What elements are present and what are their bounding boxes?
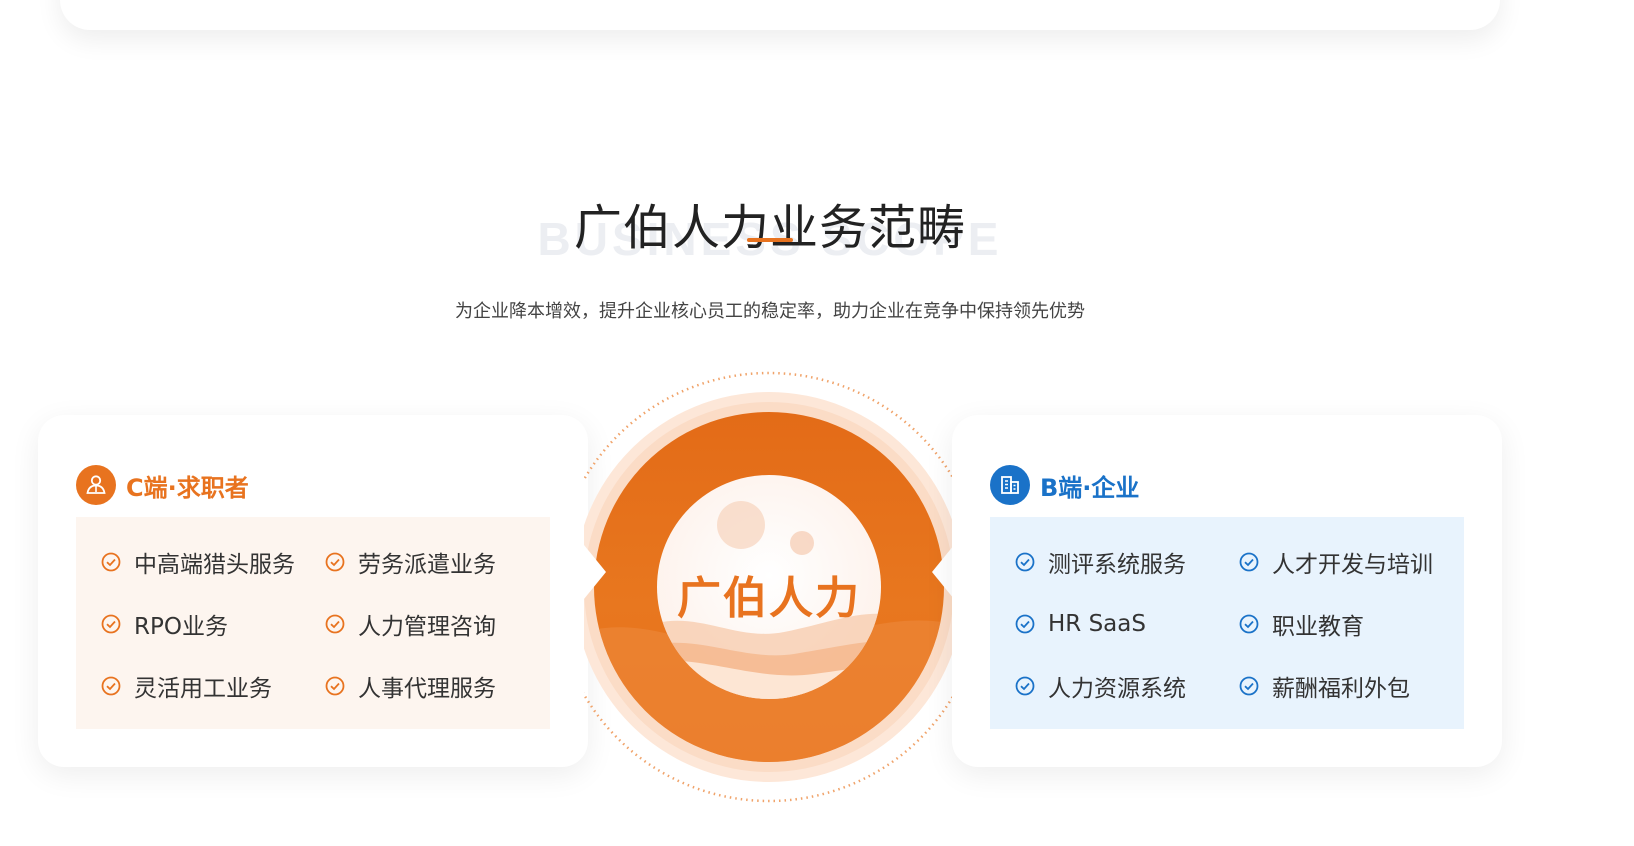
- service-label: 职业教育: [1272, 614, 1364, 640]
- service-item[interactable]: 人才开发与培训: [1238, 542, 1462, 582]
- check-circle-icon: [1015, 552, 1035, 572]
- section-title: 广伯人力业务范畴: [573, 199, 966, 256]
- service-label: 薪酬福利外包: [1272, 676, 1410, 702]
- check-circle-icon: [1015, 614, 1035, 634]
- check-circle-icon: [325, 614, 345, 634]
- service-label: RPO业务: [134, 614, 228, 640]
- service-item[interactable]: HR SaaS: [1014, 604, 1238, 644]
- service-label: 劳务派遣业务: [358, 552, 496, 578]
- check-circle-icon: [1239, 614, 1259, 634]
- check-circle-icon: [1239, 676, 1259, 696]
- center-label: 广伯人力: [677, 573, 861, 624]
- service-item[interactable]: 测评系统服务: [1014, 542, 1238, 582]
- service-label: 中高端猎头服务: [134, 552, 295, 578]
- check-circle-icon: [101, 552, 121, 572]
- b-side-header: B端·企业: [990, 465, 1139, 505]
- service-label: 测评系统服务: [1048, 552, 1186, 578]
- c-side-card: C端·求职者 中高端猎头服务 劳务派遣业务 RPO业务 人力管理咨询 灵活用工业…: [38, 415, 588, 767]
- service-label: 人事代理服务: [358, 676, 496, 702]
- service-label: 人力资源系统: [1048, 676, 1186, 702]
- service-item[interactable]: 人事代理服务: [324, 666, 548, 706]
- building-icon: [990, 465, 1030, 505]
- users-icon: [76, 465, 116, 505]
- check-circle-icon: [1239, 552, 1259, 572]
- service-item[interactable]: RPO业务: [100, 604, 324, 644]
- check-circle-icon: [325, 676, 345, 696]
- check-circle-icon: [1015, 676, 1035, 696]
- b-side-card: B端·企业 测评系统服务 人才开发与培训 HR SaaS 职业教育 人力资源系统…: [952, 415, 1502, 767]
- check-circle-icon: [325, 552, 345, 572]
- c-side-header: C端·求职者: [76, 465, 249, 505]
- c-side-services: 中高端猎头服务 劳务派遣业务 RPO业务 人力管理咨询 灵活用工业务 人事代理服…: [76, 517, 550, 729]
- b-side-services: 测评系统服务 人才开发与培训 HR SaaS 职业教育 人力资源系统 薪酬福利外…: [990, 517, 1464, 729]
- service-item[interactable]: 薪酬福利外包: [1238, 666, 1462, 706]
- service-label: 灵活用工业务: [134, 676, 272, 702]
- previous-section-card: [60, 0, 1500, 30]
- service-item[interactable]: 职业教育: [1238, 604, 1462, 644]
- service-item[interactable]: 劳务派遣业务: [324, 542, 548, 582]
- service-item[interactable]: 灵活用工业务: [100, 666, 324, 706]
- service-label: 人才开发与培训: [1272, 552, 1433, 578]
- service-item[interactable]: 人力资源系统: [1014, 666, 1238, 706]
- check-circle-icon: [101, 614, 121, 634]
- section-subtitle: 为企业降本增效，提升企业核心员工的稳定率，助力企业在竞争中保持领先优势: [455, 301, 1085, 322]
- c-side-title: C端·求职者: [126, 473, 249, 502]
- service-item[interactable]: 人力管理咨询: [324, 604, 548, 644]
- title-underline: [747, 238, 793, 242]
- service-label: HR SaaS: [1048, 611, 1146, 637]
- service-label: 人力管理咨询: [358, 614, 496, 640]
- service-item[interactable]: 中高端猎头服务: [100, 542, 324, 582]
- check-circle-icon: [101, 676, 121, 696]
- b-side-title: B端·企业: [1040, 473, 1140, 502]
